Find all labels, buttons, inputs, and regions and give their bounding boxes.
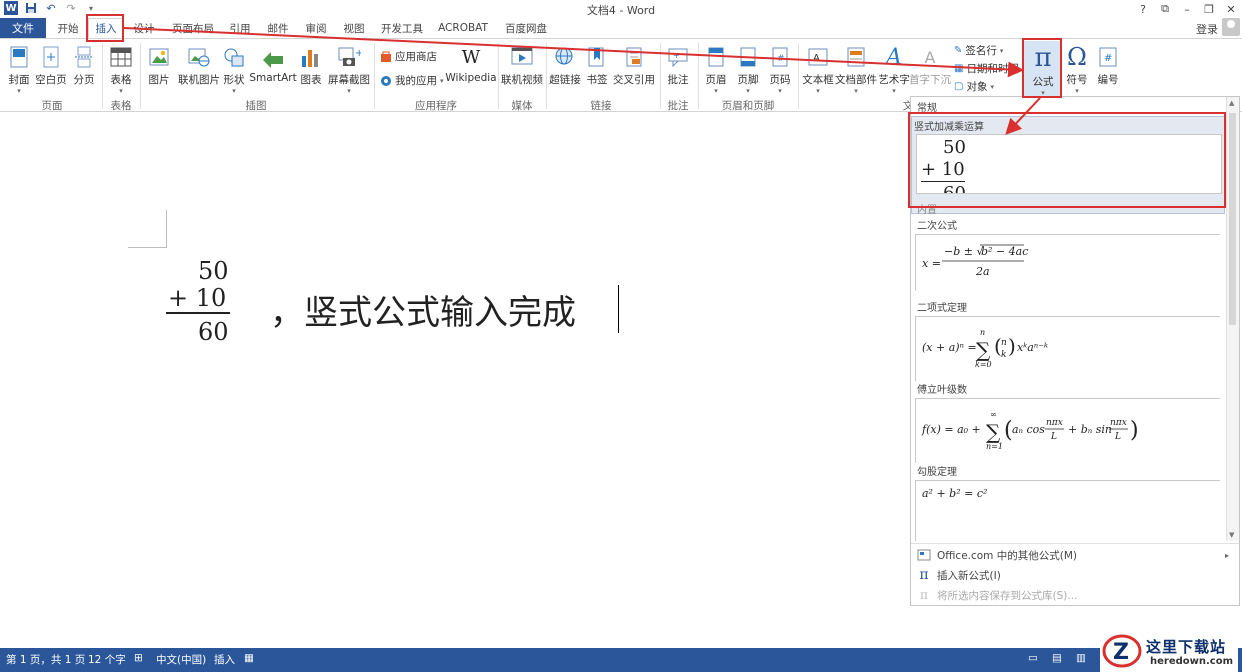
watermark-subtitle: heredown.com [1150, 656, 1234, 667]
proofing-icon[interactable]: ⊞ [134, 652, 143, 664]
site-watermark: Z 这里下载站 heredown.com [1100, 632, 1238, 672]
status-page-count[interactable]: 第 1 页，共 1 页 [6, 652, 85, 667]
annotation-arrows [123, 27, 1041, 135]
web-layout-icon[interactable]: ▥ [1076, 652, 1086, 664]
macro-record-icon[interactable]: ▦ [244, 652, 254, 664]
status-word-count[interactable]: 12 个字 [88, 652, 126, 667]
arrow-insert-to-equation [123, 27, 1024, 78]
arrow-equation-to-gallery [1005, 97, 1041, 135]
svg-text:Z: Z [1113, 640, 1129, 665]
status-bar: 第 1 页，共 1 页 12 个字 ⊞ 中文(中国) 插入 ▦ ▭ ▤ ▥ [0, 648, 1242, 672]
heredown-logo: Z [1102, 634, 1142, 668]
status-language[interactable]: 中文(中国) [156, 652, 206, 667]
watermark-title: 这里下载站 [1146, 638, 1227, 656]
status-insert-mode[interactable]: 插入 [214, 652, 235, 667]
read-mode-icon[interactable]: ▭ [1028, 652, 1038, 664]
print-layout-icon[interactable]: ▤ [1052, 652, 1062, 664]
